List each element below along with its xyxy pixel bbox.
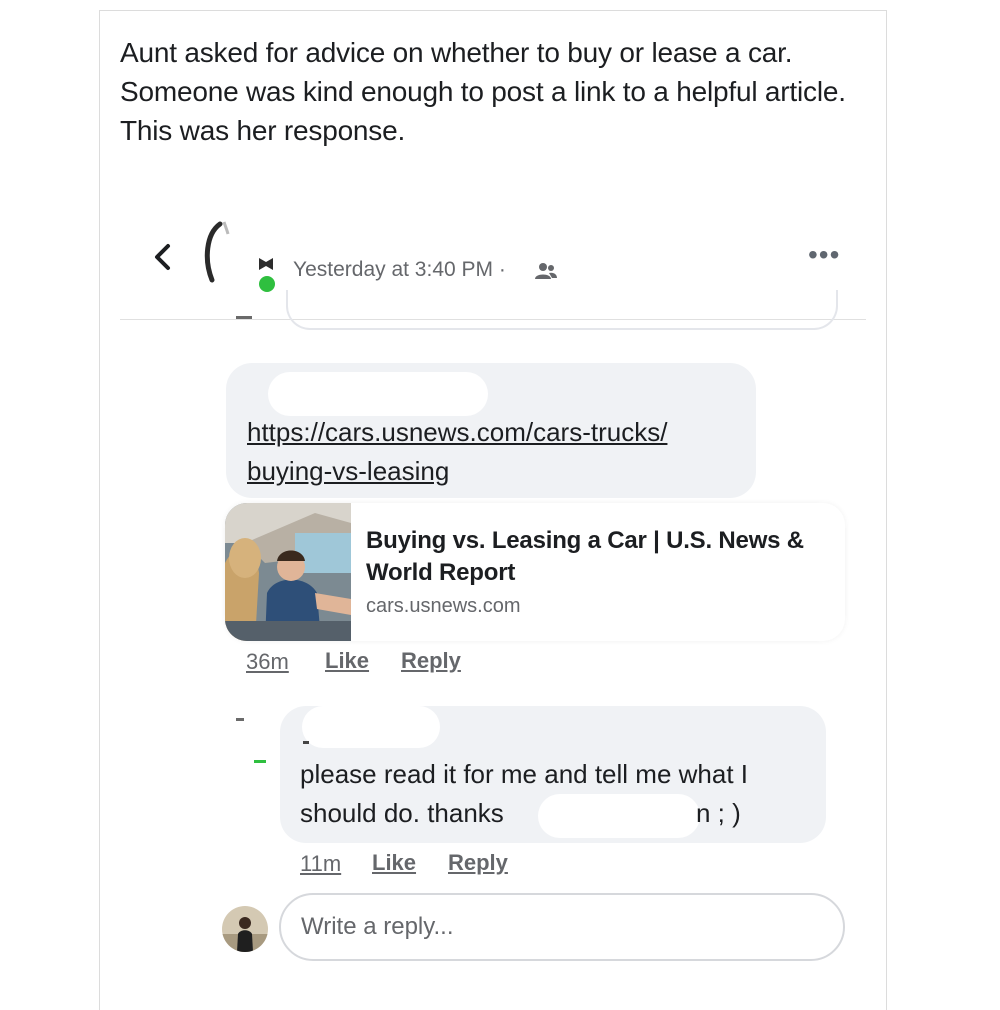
comment-time[interactable]: 36m (246, 649, 289, 675)
online-status-icon (259, 258, 275, 292)
redacted-name (538, 794, 700, 838)
like-button[interactable]: Like (325, 648, 369, 674)
chevron-left-icon[interactable] (150, 240, 176, 274)
article-thumbnail (225, 503, 351, 641)
link-card-title[interactable]: Buying vs. Leasing a Car | U.S. News & W… (366, 525, 826, 589)
avatar-partial-icon (204, 221, 230, 283)
redacted-name (268, 372, 488, 416)
friends-icon (535, 263, 557, 279)
like-button[interactable]: Like (372, 850, 416, 876)
comment-time[interactable]: 11m (300, 851, 341, 877)
cropped-avatar-mark (236, 718, 244, 721)
reply-button[interactable]: Reply (401, 648, 461, 674)
reply-input[interactable] (279, 893, 845, 961)
post-timestamp[interactable]: Yesterday at 3:40 PM · (293, 258, 506, 282)
user-avatar[interactable] (222, 906, 268, 952)
reply-button[interactable]: Reply (448, 850, 508, 876)
cropped-avatar-mark (236, 316, 252, 319)
previous-comment-edge (286, 290, 838, 330)
post-caption: Aunt asked for advice on whether to buy … (120, 37, 846, 146)
more-options-icon[interactable]: ••• (808, 241, 840, 269)
comment-text-tail: n ; ) (696, 798, 741, 828)
link-preview-card[interactable]: Buying vs. Leasing a Car | U.S. News & W… (225, 503, 845, 641)
redacted-name (302, 706, 440, 748)
name-fragment-mark (303, 741, 309, 744)
link-card-domain: cars.usnews.com (366, 595, 521, 617)
article-link[interactable]: https://cars.usnews.com/cars-trucks/ buy… (247, 413, 747, 491)
cropped-status-mark (254, 760, 266, 763)
